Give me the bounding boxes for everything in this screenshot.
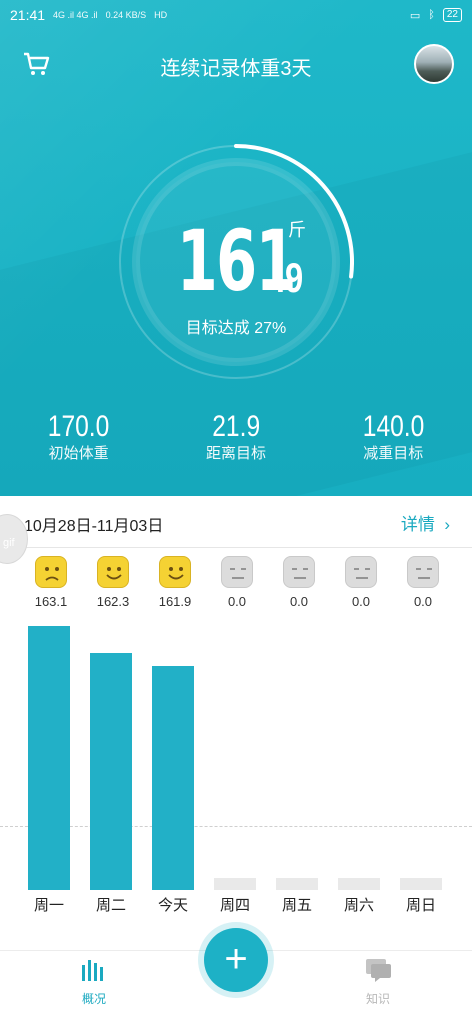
nav-knowledge-label: 知识 [365, 992, 390, 1006]
smile-face-icon [97, 556, 129, 588]
day-weight-value: 0.0 [289, 594, 309, 609]
current-weight: 161 .9 斤 [0, 212, 472, 310]
bluetooth-icon: ᛒ [428, 9, 435, 21]
x-tick-label: 周一 [33, 897, 64, 914]
cast-icon: ▭ [409, 9, 421, 22]
detail-link[interactable]: 详情 › [401, 510, 450, 535]
gif-label: gif [3, 537, 15, 549]
week-header: 10月28日-11月03日 详情 › [0, 496, 472, 548]
status-bar: 21:41 4G .il 4G .il 0.24 KB/S HD ▭ ᛒ 22 [0, 0, 472, 30]
stat-initial-weight: 170.0 初始体重 [9, 410, 149, 463]
weekly-weight-chart: 周一 周二 今天 周四 周五 周六 周日 [0, 620, 472, 914]
day-mood-item: 0.0 [330, 556, 392, 609]
weight-bar[interactable] [338, 878, 380, 890]
weight-bar[interactable] [276, 878, 318, 890]
detail-label: 详情 [400, 515, 435, 534]
x-tick-label: 周二 [95, 897, 126, 914]
avatar[interactable] [414, 44, 454, 84]
chat-bubble-icon [366, 959, 391, 982]
x-tick-label: 周四 [219, 897, 250, 914]
page-title: 连续记录体重3天 [160, 58, 312, 80]
nav-knowledge[interactable]: 知识 [348, 957, 408, 1007]
stat-distance-to-goal: 21.9 距离目标 [166, 410, 306, 463]
hd-indicator: HD [154, 10, 168, 20]
header: 连续记录体重3天 [0, 40, 472, 90]
week-range: 10月28日-11月03日 [24, 518, 164, 535]
day-mood-item: 0.0 [206, 556, 268, 609]
day-weight-value: 161.9 [158, 594, 192, 609]
status-time: 21:41 [10, 7, 46, 23]
weight-decimal: .9 [275, 254, 304, 301]
day-weight-value: 162.3 [96, 594, 130, 609]
battery-indicator: 22 [442, 8, 462, 22]
goal-progress-text: 目标达成 27% [185, 320, 287, 337]
weight-bar[interactable] [90, 653, 132, 890]
day-weight-value: 0.0 [413, 594, 433, 609]
nav-overview-label: 概况 [81, 992, 106, 1006]
stat-value: 21.9 [212, 410, 260, 443]
weight-bar[interactable] [152, 666, 194, 890]
weight-unit: 斤 [288, 220, 306, 240]
stat-label: 距离目标 [205, 445, 266, 462]
nav-overview[interactable]: 概况 [64, 957, 124, 1007]
net-speed: 0.24 KB/S [105, 10, 147, 20]
stat-value: 170.0 [47, 410, 110, 443]
day-mood-item: 0.0 [268, 556, 330, 609]
day-mood-row: 163.1 162.3 161.9 0.0 0.0 0.0 0.0 [20, 556, 462, 609]
weight-stats: 170.0 初始体重 21.9 距离目标 140.0 减重目标 [0, 410, 472, 463]
add-record-button[interactable]: + [204, 928, 268, 992]
sad-face-icon [35, 556, 67, 588]
stat-value: 140.0 [362, 410, 425, 443]
x-tick-label: 周六 [343, 897, 374, 914]
day-mood-item: 163.1 [20, 556, 82, 609]
stat-label: 初始体重 [48, 445, 109, 462]
neutral-face-icon [283, 556, 315, 588]
day-weight-value: 0.0 [227, 594, 247, 609]
bar-chart-icon [82, 960, 103, 981]
day-weight-value: 0.0 [351, 594, 371, 609]
neutral-face-icon [345, 556, 377, 588]
x-tick-label: 周五 [281, 897, 312, 914]
reference-line [0, 826, 472, 827]
day-mood-item: 161.9 [144, 556, 206, 609]
day-weight-value: 163.1 [34, 594, 68, 609]
x-tick-label: 周日 [405, 897, 436, 914]
weight-bar[interactable] [400, 878, 442, 890]
stat-label: 减重目标 [363, 445, 424, 462]
chevron-right-icon: › [439, 515, 450, 534]
neutral-face-icon [221, 556, 253, 588]
x-tick-label: 今天 [157, 897, 188, 914]
day-mood-item: 162.3 [82, 556, 144, 609]
weight-bar[interactable] [214, 878, 256, 890]
signal-indicator: 4G .il 4G .il [53, 10, 98, 20]
weight-bar[interactable] [28, 626, 70, 890]
smile-face-icon [159, 556, 191, 588]
day-mood-item: 0.0 [392, 556, 454, 609]
stat-target-weight: 140.0 减重目标 [323, 410, 463, 463]
neutral-face-icon [407, 556, 439, 588]
